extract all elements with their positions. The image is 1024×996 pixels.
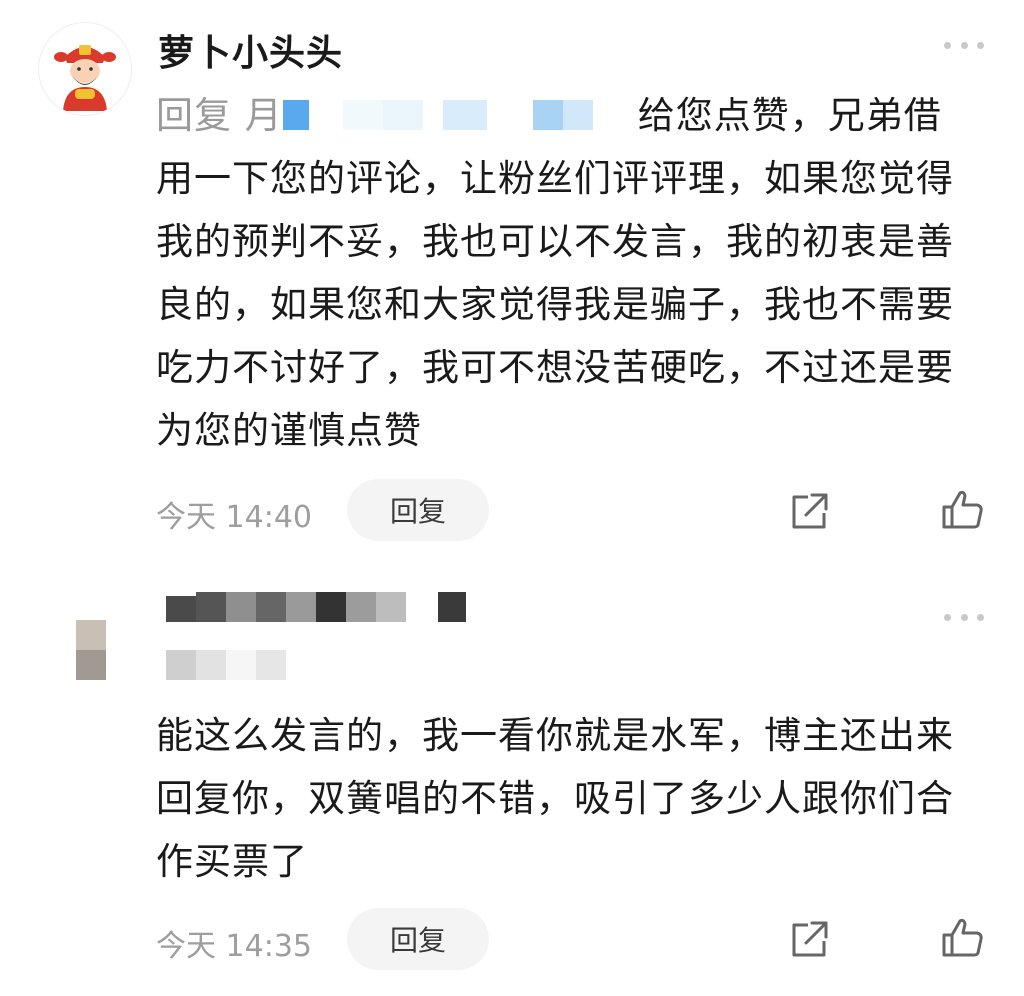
reply-target[interactable]: 月 [245, 94, 283, 137]
reply-button[interactable]: 回复 [347, 479, 489, 541]
redacted-subtitle [166, 650, 286, 680]
comment-body: 能这么发言的，我一看你就是水军，博主还出来回复你，双簧唱的不错，吸引了多少人跟你… [156, 714, 954, 883]
more-dots-icon[interactable] [944, 612, 984, 622]
username[interactable]: 萝卜小头头 [158, 24, 343, 76]
redacted-username[interactable] [166, 592, 466, 622]
comment-item: 萝卜小头头 回复 月给您点赞，兄弟借用一下您的评论，让粉丝们评评理，如果您觉得我… [0, 0, 1024, 560]
comment-body: 给您点赞，兄弟借用一下您的评论，让粉丝们评评理，如果您觉得我的预判不妥，我也可以… [156, 94, 954, 452]
avatar[interactable] [76, 620, 106, 680]
redacted-username [282, 94, 628, 134]
more-dots-icon[interactable] [944, 40, 984, 50]
god-of-wealth-avatar-icon [39, 23, 131, 115]
comment-text: 回复 月给您点赞，兄弟借用一下您的评论，让粉丝们评评理，如果您觉得我的预判不妥，… [156, 84, 976, 462]
timestamp: 今天 14:35 [156, 929, 312, 964]
share-icon[interactable] [786, 917, 832, 963]
avatar[interactable] [38, 22, 132, 116]
share-icon[interactable] [786, 489, 832, 535]
timestamp: 今天 14:40 [156, 500, 312, 535]
thumbs-up-icon[interactable] [940, 487, 986, 533]
reply-prefix: 回复 [156, 94, 232, 137]
thumbs-up-icon[interactable] [940, 915, 986, 961]
reply-button[interactable]: 回复 [347, 908, 489, 970]
